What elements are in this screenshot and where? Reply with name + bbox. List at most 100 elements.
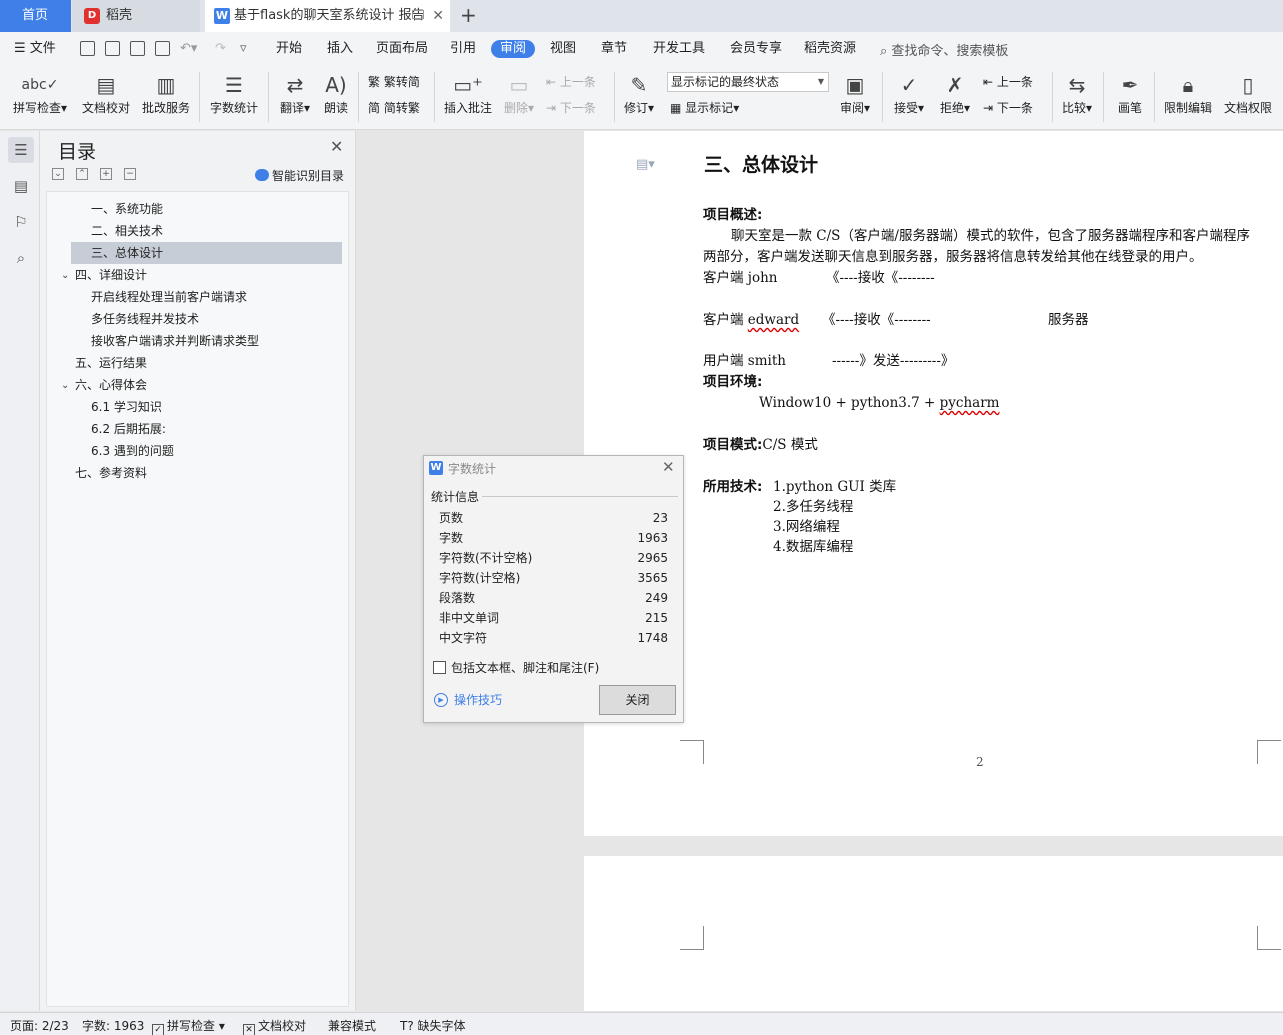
toc-item[interactable]: 接收客户端请求并判断请求类型 [91,330,259,352]
doc-rights-button[interactable]: ▯ 文档权限 [1220,70,1276,116]
chevron-down-icon[interactable]: ⌄ [61,270,69,281]
overview-line-1[interactable]: 聊天室是一款 C/S（客户端/服务器端）模式的软件，包含了服务器端程序和客户端程… [731,226,1250,246]
collapse-all-icon[interactable]: − [124,168,136,180]
client-edward[interactable]: 客户端 edward [703,310,799,330]
document-page[interactable]: ▤▾ 三、总体设计 项目概述: 聊天室是一款 C/S（客户端/服务器端）模式的软… [584,131,1283,836]
menu-start[interactable]: 开始 [276,40,302,58]
toc-item-selected[interactable]: 三、总体设计 [71,242,342,264]
menu-member[interactable]: 会员专享 [730,40,782,58]
command-search[interactable]: ⌕ 查找命令、搜索模板 [880,40,1008,59]
user-smith[interactable]: 用户端 smith [703,351,786,371]
toc-close-icon[interactable]: ✕ [330,137,343,156]
toc-item[interactable]: 6.2 后期拓展: [91,418,166,440]
export-pdf-icon[interactable] [105,41,120,56]
receive-arrow-1[interactable]: 《----接收《-------- [826,268,935,288]
close-button[interactable]: 关闭 [599,685,676,715]
toc-item[interactable]: 二、相关技术 [91,220,163,242]
save-icon[interactable] [80,41,95,56]
menu-page-layout[interactable]: 页面布局 [376,40,428,58]
traditional-to-simplified-button[interactable]: 繁 繁转简 [368,73,420,91]
spell-check-button[interactable]: abc✓ 拼写检查▾ [10,70,70,116]
toc-item[interactable]: 四、详细设计 [75,264,147,286]
word-count-button[interactable]: ☰ 字数统计 [208,70,260,116]
menu-developer[interactable]: 开发工具 [653,40,705,58]
translate-button[interactable]: ⇄ 翻译▾ [277,70,313,116]
send-arrow[interactable]: ------》发送---------》 [832,351,954,371]
tech-item[interactable]: 4.数据库编程 [773,537,853,557]
tab-close-icon[interactable]: ✕ [432,0,444,32]
env-value[interactable]: Window10 + python3.7 + pycharm [759,393,999,413]
tech-item[interactable]: 3.网络编程 [773,517,840,537]
next-comment-button[interactable]: ⇥ 下一条 [546,99,596,117]
toc-item[interactable]: 五、运行结果 [75,352,147,374]
expand-all-icon[interactable]: + [100,168,112,180]
document-options-icon[interactable]: ▤▾ [636,157,655,172]
document-page-next[interactable] [584,856,1283,1011]
monitor-icon[interactable] [412,10,424,19]
chevron-down-icon[interactable]: ⌄ [61,380,69,391]
receive-arrow-2[interactable]: 《----接收《-------- [822,310,931,330]
tips-link[interactable]: 操作技巧 [454,691,502,708]
menu-view[interactable]: 视图 [550,40,576,58]
server-label[interactable]: 服务器 [1048,310,1089,330]
status-spell-check[interactable]: ✓ 拼写检查 ▾ [152,1017,225,1035]
next-change-button[interactable]: ⇥ 下一条 [983,99,1033,117]
undo-icon[interactable]: ↶▾ [180,40,197,58]
status-proofread[interactable]: ✕ 文档校对 [243,1017,306,1035]
menu-file[interactable]: ☰ 文件 [14,40,56,58]
delete-comment-button[interactable]: ▭ 删除▾ [500,70,538,116]
env-label[interactable]: 项目环境: [703,372,762,392]
restrict-editing-button[interactable]: 🔒︎ 限制编辑 [1160,70,1216,116]
reject-button[interactable]: ✗ 拒绝▾ [936,70,974,116]
find-icon[interactable]: ⌕ [8,245,34,271]
smart-toc-button[interactable]: 智能识别目录 [255,167,344,184]
tab-home[interactable]: 首页 [0,0,71,32]
status-missing-font[interactable]: T? 缺失字体 [400,1017,466,1034]
menu-daoke-resources[interactable]: 稻壳资源 [804,40,856,58]
redo-icon[interactable]: ↷ [215,40,226,58]
tab-daoke[interactable]: D 稻壳 [72,0,200,32]
collapse-down-icon[interactable]: ⌄ [52,168,64,180]
toc-item[interactable]: 一、系统功能 [91,198,163,220]
tab-document[interactable]: W 基于flask的聊天室系统设计 报告 ✕ [205,0,450,32]
toc-item[interactable]: 七、参考资料 [75,462,147,484]
menu-review[interactable]: 审阅 [491,40,536,58]
status-word-count[interactable]: 字数: 1963 [82,1017,144,1034]
review-pane-button[interactable]: ▣ 审阅▾ [836,70,874,116]
print-preview-icon[interactable] [155,41,170,56]
chapter-nav-icon[interactable]: ▤ [8,173,34,199]
toc-item[interactable]: 多任务线程并发技术 [91,308,199,330]
insert-comment-button[interactable]: ▭⁺ 插入批注 [442,70,494,116]
toc-item[interactable]: 六、心得体会 [75,374,147,396]
doc-proofread-button[interactable]: ▤ 文档校对 [80,70,132,116]
read-aloud-button[interactable]: A) 朗读 [320,70,352,116]
collapse-up-icon[interactable]: ⌃ [76,168,88,180]
toc-item[interactable]: 开启线程处理当前客户端请求 [91,286,247,308]
tech-label[interactable]: 所用技术: [703,477,762,497]
include-textbox-checkbox[interactable] [433,661,446,674]
print-icon[interactable] [130,41,145,56]
markup-display-select[interactable]: 显示标记的最终状态 ▼ [667,72,829,92]
track-changes-button[interactable]: ✎ 修订▾ [620,70,658,116]
ink-button[interactable]: ✒ 画笔 [1112,70,1148,116]
overview-line-2[interactable]: 两部分，客户端发送聊天信息到服务器，服务器将信息转发给其他在线登录的用户。 [703,247,1203,267]
tech-item[interactable]: 2.多任务线程 [773,497,853,517]
toc-panel-icon[interactable]: ☰ [8,137,34,163]
compare-button[interactable]: ⇆ 比较▾ [1058,70,1096,116]
menu-references[interactable]: 引用 [450,40,476,58]
status-page[interactable]: 页面: 2/23 [10,1017,69,1034]
prev-change-button[interactable]: ⇤ 上一条 [983,73,1033,91]
bookmark-icon[interactable]: ⚐ [8,209,34,235]
overview-label[interactable]: 项目概述: [703,205,762,225]
accept-button[interactable]: ✓ 接受▾ [890,70,928,116]
play-circle-icon[interactable]: ▶ [434,693,448,707]
menu-insert[interactable]: 插入 [327,40,353,58]
prev-comment-button[interactable]: ⇤ 上一条 [546,73,596,91]
customize-toolbar-icon[interactable]: ▿ [240,40,247,58]
tech-item[interactable]: 1.python GUI 类库 [773,477,896,497]
section-heading[interactable]: 三、总体设计 [704,155,818,175]
dialog-titlebar[interactable]: W 字数统计 ✕ [424,456,683,480]
client-john[interactable]: 客户端 john [703,268,778,288]
mode-line[interactable]: 项目模式:C/S 模式 [703,435,818,455]
toc-item[interactable]: 6.3 遇到的问题 [91,440,174,462]
